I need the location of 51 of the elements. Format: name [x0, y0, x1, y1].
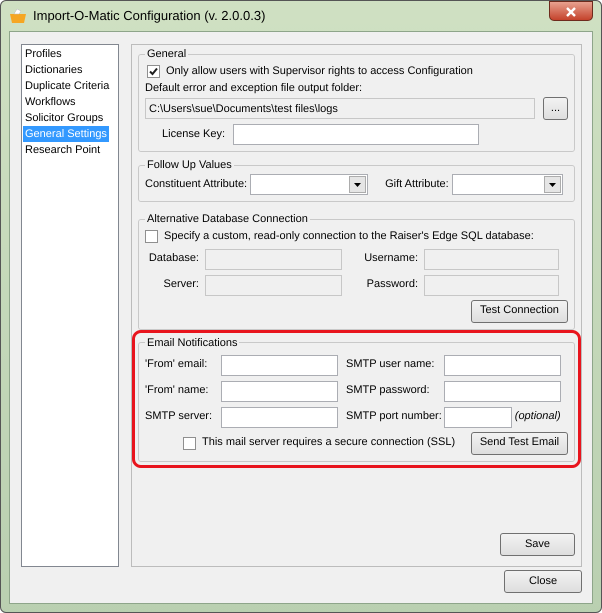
- group-title: Email Notifications: [146, 336, 238, 350]
- field-label: SMTP password:: [346, 384, 431, 398]
- window-title: Import-O-Matic Configuration (v. 2.0.0.3): [33, 8, 266, 24]
- sidebar-item[interactable]: Solicitor Groups: [23, 110, 106, 126]
- field-label: Gift Attribute:: [385, 178, 449, 192]
- text-field[interactable]: [221, 406, 338, 428]
- field-label: SMTP user name:: [346, 358, 436, 372]
- field-label: Username:: [363, 252, 418, 266]
- checkbox[interactable]: [147, 65, 160, 78]
- sidebar-item[interactable]: Duplicate Criteria: [23, 78, 112, 94]
- group-title: Follow Up Values: [146, 158, 233, 172]
- license-key-field[interactable]: [233, 124, 479, 146]
- field-label: Database:: [148, 252, 199, 266]
- text-field[interactable]: [221, 354, 338, 376]
- field-label: 'From' name:: [145, 384, 210, 398]
- checkbox-label: Only allow users with Supervisor rights to access Configuration: [166, 65, 473, 78]
- folder-icon: [9, 8, 27, 24]
- caret-icon: [548, 182, 556, 187]
- text-field[interactable]: [444, 354, 561, 376]
- checkbox[interactable]: [183, 436, 196, 450]
- group-title: Alternative Database Connection: [146, 212, 309, 226]
- sidebar-item[interactable]: Workflows: [23, 94, 78, 110]
- browse-button[interactable]: ...: [543, 97, 568, 120]
- close-button[interactable]: [549, 1, 593, 21]
- sidebar-item[interactable]: Profiles: [23, 46, 64, 62]
- checkbox[interactable]: [145, 230, 158, 244]
- group-title: General: [146, 47, 188, 61]
- field-label: Password:: [366, 278, 418, 292]
- field-label: Constituent Attribute:: [145, 178, 248, 192]
- save-button[interactable]: Save: [500, 533, 575, 556]
- field-label: License Key:: [161, 128, 225, 142]
- close-dialog-button[interactable]: Close: [504, 570, 582, 593]
- test-connection-button[interactable]: Test Connection: [471, 300, 568, 323]
- dropdown[interactable]: [452, 174, 563, 196]
- field-label: 'From' email:: [145, 358, 208, 372]
- close-icon: [565, 6, 577, 17]
- send-test-email-button[interactable]: Send Test Email: [471, 432, 568, 455]
- dropdown[interactable]: [250, 174, 368, 196]
- text-field[interactable]: [444, 406, 512, 428]
- field-label: SMTP port number:: [346, 410, 442, 424]
- checkbox-label: This mail server requires a secure connection (SSL): [202, 436, 456, 450]
- field-label: SMTP server:: [145, 410, 214, 424]
- caret-icon: [354, 182, 362, 187]
- sidebar-item[interactable]: Research Point: [23, 142, 102, 158]
- field-label: Server:: [162, 278, 199, 292]
- optional-note: (optional): [514, 410, 561, 424]
- text-field[interactable]: [444, 380, 561, 402]
- text-field[interactable]: [221, 380, 338, 402]
- field-label: Default error and exception file output folder:: [145, 82, 362, 96]
- sidebar-item[interactable]: Dictionaries: [23, 62, 84, 78]
- checkbox-label: Specify a custom, read-only connection to the Raiser's Edge SQL database:: [164, 230, 534, 244]
